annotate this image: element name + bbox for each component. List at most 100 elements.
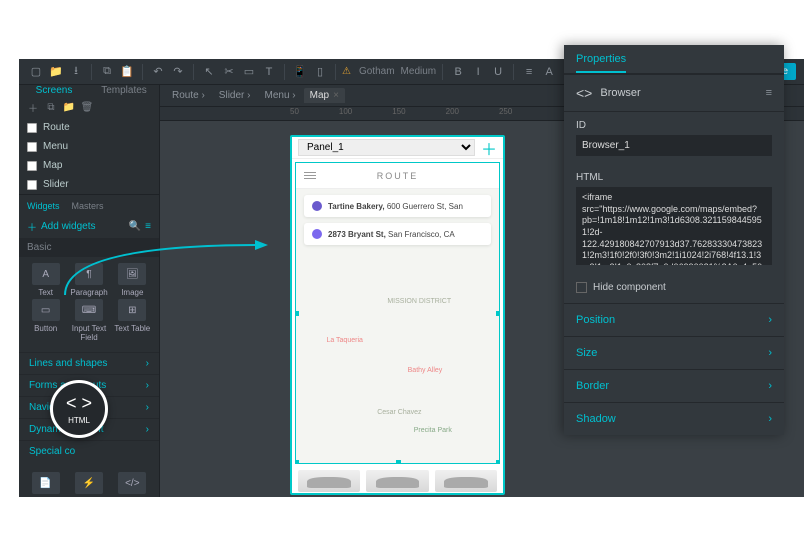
chevron-right-icon: › bbox=[146, 424, 149, 435]
panel-select[interactable]: Panel_1 bbox=[298, 139, 475, 156]
close-icon[interactable]: × bbox=[333, 90, 339, 101]
search-icon[interactable]: 🔍 bbox=[129, 221, 141, 232]
color-icon[interactable]: A bbox=[540, 63, 558, 81]
map-poi-label: La Taqueria bbox=[326, 337, 362, 344]
component-type-label: Browser bbox=[600, 87, 640, 99]
widget-image[interactable]: 🖼Image bbox=[112, 263, 153, 297]
code-icon: < > bbox=[66, 393, 92, 414]
warning-icon: ⚠ bbox=[342, 66, 351, 77]
list-icon[interactable]: ≡ bbox=[145, 221, 151, 232]
font-name: Gotham bbox=[359, 66, 395, 77]
map-district-label: MISSION DISTRICT bbox=[387, 298, 451, 305]
tab-widgets[interactable]: Widgets bbox=[27, 201, 60, 211]
chevron-right-icon: › bbox=[146, 358, 149, 369]
save-icon[interactable]: ⭳ bbox=[67, 63, 85, 81]
cursor-icon[interactable]: ↖ bbox=[200, 63, 218, 81]
widget-text[interactable]: AText bbox=[25, 263, 66, 297]
delete-icon[interactable]: 🗑 bbox=[79, 99, 95, 115]
folder-icon[interactable]: 📁 bbox=[61, 99, 77, 115]
paste-icon[interactable]: 📋 bbox=[118, 63, 136, 81]
tab-screens[interactable]: Screens bbox=[19, 85, 89, 96]
widget-flash[interactable]: ⚡Flash bbox=[68, 472, 109, 497]
redo-icon[interactable]: ↷ bbox=[169, 63, 187, 81]
hide-checkbox[interactable] bbox=[576, 282, 587, 293]
map-street-label: Cesar Chavez bbox=[377, 409, 421, 416]
hide-checkbox-label: Hide component bbox=[593, 282, 666, 293]
screen-list: Route Menu Map Slider bbox=[19, 118, 159, 194]
crumb-route[interactable]: Route › bbox=[166, 88, 211, 103]
device-preview[interactable]: Panel_1 ＋ ROUTE Tartine Bakery, 60 bbox=[290, 135, 505, 495]
screen-item-route[interactable]: Route bbox=[19, 118, 159, 137]
font-weight: Medium bbox=[401, 66, 437, 77]
rect-icon[interactable]: ▭ bbox=[240, 63, 258, 81]
chevron-right-icon: › bbox=[146, 402, 149, 413]
crumb-map[interactable]: Map× bbox=[304, 88, 345, 103]
id-input[interactable] bbox=[576, 135, 772, 156]
car-thumb bbox=[298, 470, 360, 492]
code-icon: <> bbox=[576, 85, 592, 101]
map-poi-label: Bathy Alley bbox=[408, 367, 443, 374]
section-shadow[interactable]: Shadow› bbox=[564, 402, 784, 435]
car-thumbnails bbox=[292, 467, 503, 495]
pin-icon bbox=[312, 201, 322, 211]
bold-icon[interactable]: B bbox=[449, 63, 467, 81]
car-thumb bbox=[366, 470, 428, 492]
html-widget-badge: < > HTML bbox=[50, 380, 108, 438]
chevron-right-icon: › bbox=[768, 413, 772, 425]
duplicate-icon[interactable]: ⧉ bbox=[43, 99, 59, 115]
tab-templates[interactable]: Templates bbox=[89, 85, 159, 96]
widget-table[interactable]: ⊞Text Table bbox=[112, 299, 153, 342]
widget-paragraph[interactable]: ¶Paragraph bbox=[68, 263, 109, 297]
italic-icon[interactable]: I bbox=[469, 63, 487, 81]
chevron-right-icon: › bbox=[146, 380, 149, 391]
text-icon[interactable]: T bbox=[260, 63, 278, 81]
open-icon[interactable]: 📁 bbox=[47, 63, 65, 81]
scissors-icon[interactable]: ✂ bbox=[220, 63, 238, 81]
widget-html[interactable]: </>HTML Website bbox=[112, 472, 153, 497]
underline-icon[interactable]: U bbox=[489, 63, 507, 81]
add-panel-icon[interactable]: ＋ bbox=[481, 136, 497, 160]
section-border[interactable]: Border› bbox=[564, 369, 784, 402]
tablet-icon[interactable]: ▯ bbox=[311, 63, 329, 81]
properties-panel: Properties <> Browser ≡ ID HTML <iframe … bbox=[564, 45, 784, 435]
selected-component[interactable]: ROUTE Tartine Bakery, 600 Guerrero St, S… bbox=[295, 162, 500, 464]
more-icon[interactable]: ≡ bbox=[766, 87, 772, 99]
widget-button[interactable]: ▭Button bbox=[25, 299, 66, 342]
align-left-icon[interactable]: ≡ bbox=[520, 63, 538, 81]
category-special[interactable]: Special co bbox=[19, 440, 159, 462]
address-origin: Tartine Bakery, 600 Guerrero St, San bbox=[304, 195, 491, 217]
car-thumb bbox=[435, 470, 497, 492]
crumb-slider[interactable]: Slider › bbox=[213, 88, 257, 103]
add-widgets-button[interactable]: ＋ Add widgets 🔍 ≡ bbox=[19, 215, 159, 238]
add-screen-icon[interactable]: ＋ bbox=[25, 99, 41, 115]
plus-icon: ＋ bbox=[27, 219, 37, 234]
category-lines[interactable]: Lines and shapes› bbox=[19, 352, 159, 374]
route-header: ROUTE bbox=[296, 163, 499, 189]
chevron-right-icon: › bbox=[768, 380, 772, 392]
screen-item-slider[interactable]: Slider bbox=[19, 175, 159, 194]
crumb-menu[interactable]: Menu › bbox=[258, 88, 301, 103]
id-field-label: ID bbox=[576, 120, 772, 131]
section-size[interactable]: Size› bbox=[564, 336, 784, 369]
address-destination: 2873 Bryant St, San Francisco, CA bbox=[304, 223, 491, 245]
device-icon[interactable]: 📱 bbox=[291, 63, 309, 81]
undo-icon[interactable]: ↶ bbox=[149, 63, 167, 81]
hamburger-icon bbox=[304, 172, 316, 179]
html-textarea[interactable]: <iframe src="https://www.google.com/maps… bbox=[576, 187, 772, 265]
screen-item-menu[interactable]: Menu bbox=[19, 137, 159, 156]
map-park-label: Precita Park bbox=[414, 427, 452, 434]
chevron-right-icon: › bbox=[768, 314, 772, 326]
chevron-right-icon: › bbox=[768, 347, 772, 359]
screen-item-map[interactable]: Map bbox=[19, 156, 159, 175]
section-position[interactable]: Position› bbox=[564, 303, 784, 336]
tab-masters[interactable]: Masters bbox=[72, 201, 104, 211]
category-basic-label: Basic bbox=[19, 238, 159, 257]
tab-properties[interactable]: Properties bbox=[576, 53, 626, 73]
copy-icon[interactable]: ⧉ bbox=[98, 63, 116, 81]
html-field-label: HTML bbox=[576, 172, 772, 183]
font-selector[interactable]: ⚠ Gotham Medium bbox=[342, 66, 436, 77]
widget-input[interactable]: ⌨Input Text Field bbox=[68, 299, 109, 342]
widget-document[interactable]: 📄Document bbox=[25, 472, 66, 497]
new-icon[interactable]: ▢ bbox=[27, 63, 45, 81]
pin-icon bbox=[312, 229, 322, 239]
